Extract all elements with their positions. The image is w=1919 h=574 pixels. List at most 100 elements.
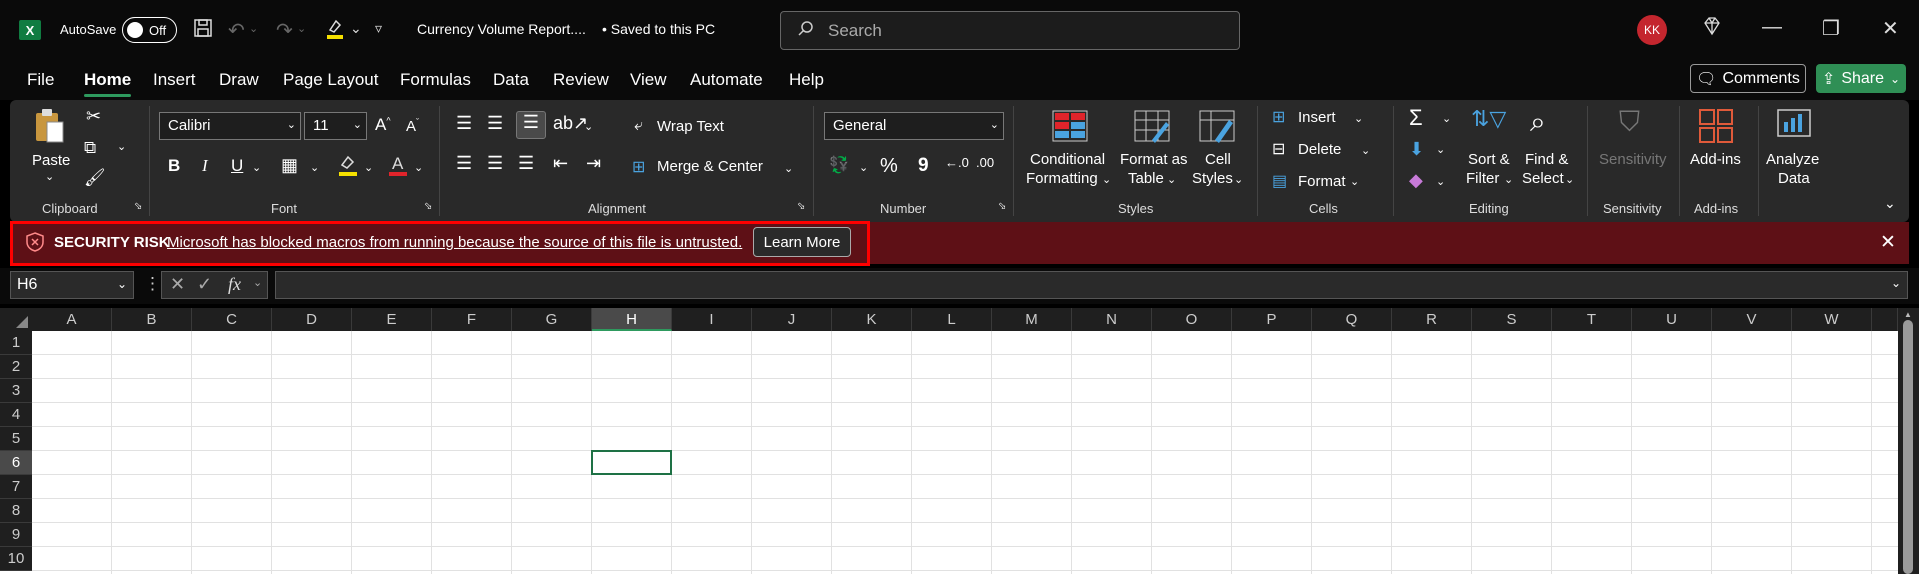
sort-filter-line2[interactable]: Filter xyxy=(1466,170,1499,187)
active-cell[interactable] xyxy=(591,450,672,475)
column-header[interactable]: U xyxy=(1632,308,1712,331)
select-all-corner[interactable] xyxy=(0,308,32,331)
font-name-select[interactable]: Calibri ⌄ xyxy=(159,112,301,140)
merge-dropdown-icon[interactable]: ⌄ xyxy=(784,162,793,175)
row-header[interactable]: 3 xyxy=(0,379,32,403)
close-window-icon[interactable]: ✕ xyxy=(1882,16,1899,41)
font-size-select[interactable]: 11 ⌄ xyxy=(304,112,367,140)
sort-filter-line1[interactable]: Sort & xyxy=(1468,151,1510,168)
conditional-formatting-line2[interactable]: Formatting xyxy=(1026,170,1098,187)
clear-dropdown-icon[interactable]: ⌄ xyxy=(1436,175,1445,188)
avatar[interactable]: KK xyxy=(1637,15,1667,45)
format-table-dropdown-icon[interactable]: ⌄ xyxy=(1167,173,1176,186)
clipboard-launcher-icon[interactable]: ⬂ xyxy=(134,201,142,212)
more-options-icon[interactable]: ⋮ xyxy=(144,274,161,294)
row-header[interactable]: 1 xyxy=(0,331,32,355)
format-dropdown-icon[interactable]: ⌄ xyxy=(1350,175,1359,188)
column-header[interactable]: N xyxy=(1072,308,1152,331)
number-format-select[interactable]: General ⌄ xyxy=(824,112,1004,140)
align-left-icon[interactable]: ☰ xyxy=(456,153,472,174)
format-cells-icon[interactable]: ▤ xyxy=(1272,171,1287,191)
column-header[interactable]: P xyxy=(1232,308,1312,331)
tab-page-layout[interactable]: Page Layout xyxy=(283,70,378,90)
wrap-text-button[interactable]: Wrap Text xyxy=(657,118,724,135)
comma-style-button[interactable]: 9 xyxy=(918,155,929,177)
format-as-table-icon[interactable] xyxy=(1134,110,1170,146)
decrease-font-icon[interactable]: Aˇ xyxy=(406,117,419,135)
expand-formula-icon[interactable]: ⌄ xyxy=(1891,276,1901,290)
collapse-ribbon-icon[interactable]: ⌄ xyxy=(1884,195,1896,212)
font-color-icon[interactable]: A xyxy=(387,153,409,181)
cell-styles-line2[interactable]: Styles xyxy=(1192,170,1233,187)
align-right-icon[interactable]: ☰ xyxy=(518,153,534,174)
column-header[interactable]: F xyxy=(432,308,512,331)
find-select-icon[interactable]: ⌕ xyxy=(1530,106,1546,139)
copy-dropdown-icon[interactable]: ⌄ xyxy=(117,140,126,153)
vertical-scrollbar[interactable]: ▲ xyxy=(1898,308,1919,574)
merge-center-button[interactable]: Merge & Center xyxy=(657,158,763,175)
column-header[interactable]: M xyxy=(992,308,1072,331)
fill-color-dropdown-icon[interactable]: ⌄ xyxy=(364,161,373,174)
row-header[interactable]: 6 xyxy=(0,451,32,475)
row-header[interactable]: 9 xyxy=(0,523,32,547)
redo-dropdown-icon[interactable]: ⌄ xyxy=(297,22,306,35)
column-header[interactable]: S xyxy=(1472,308,1552,331)
fill-color-icon[interactable] xyxy=(337,153,359,181)
row-header[interactable]: 4 xyxy=(0,403,32,427)
tab-automate[interactable]: Automate xyxy=(690,70,763,90)
scroll-thumb[interactable] xyxy=(1903,320,1913,574)
find-select-line1[interactable]: Find & xyxy=(1525,151,1568,168)
tab-review[interactable]: Review xyxy=(553,70,609,90)
insert-function-icon[interactable]: fx xyxy=(228,274,241,295)
tab-help[interactable]: Help xyxy=(789,70,824,90)
row-header[interactable]: 8 xyxy=(0,499,32,523)
conditional-formatting-icon[interactable] xyxy=(1052,110,1088,146)
merge-center-icon[interactable]: ⊞ xyxy=(632,157,645,177)
underline-button[interactable]: U xyxy=(231,156,243,176)
decrease-decimal-icon[interactable]: .00 xyxy=(976,155,994,170)
add-ins-button[interactable]: Add-ins xyxy=(1690,151,1741,168)
find-dropdown-icon[interactable]: ⌄ xyxy=(1565,173,1574,186)
search-box[interactable]: Search xyxy=(780,11,1240,50)
tab-file[interactable]: File xyxy=(27,70,54,90)
cancel-entry-icon[interactable]: ✕ xyxy=(170,274,185,295)
analyze-data-icon[interactable] xyxy=(1776,108,1812,144)
delete-cells-icon[interactable]: ⊟ xyxy=(1272,139,1285,159)
wrap-text-icon[interactable]: ⤶ xyxy=(634,117,643,135)
column-header[interactable]: I xyxy=(672,308,752,331)
column-header[interactable]: H xyxy=(592,308,672,331)
copy-icon[interactable]: ⧉ xyxy=(84,138,96,158)
restore-icon[interactable]: ❐ xyxy=(1822,16,1840,41)
add-ins-icon[interactable] xyxy=(1698,108,1734,144)
number-launcher-icon[interactable]: ⬂ xyxy=(998,201,1006,212)
cell-styles-line1[interactable]: Cell xyxy=(1205,151,1231,168)
font-launcher-icon[interactable]: ⬂ xyxy=(424,201,432,212)
decrease-indent-icon[interactable]: ⇤ xyxy=(553,153,568,174)
premium-diamond-icon[interactable] xyxy=(1702,16,1722,42)
confirm-entry-icon[interactable]: ✓ xyxy=(197,274,212,295)
tab-view[interactable]: View xyxy=(630,70,667,90)
insert-cells-button[interactable]: Insert xyxy=(1298,109,1336,126)
column-header[interactable]: O xyxy=(1152,308,1232,331)
column-header[interactable]: W xyxy=(1792,308,1872,331)
column-header[interactable]: Q xyxy=(1312,308,1392,331)
paste-button[interactable]: Paste xyxy=(32,152,70,169)
row-header[interactable]: 10 xyxy=(0,547,32,571)
insert-dropdown-icon[interactable]: ⌄ xyxy=(1354,112,1363,125)
italic-button[interactable]: I xyxy=(202,156,208,176)
column-header[interactable]: V xyxy=(1712,308,1792,331)
conditional-dropdown-icon[interactable]: ⌄ xyxy=(1102,173,1111,186)
column-header[interactable]: G xyxy=(512,308,592,331)
tab-draw[interactable]: Draw xyxy=(219,70,259,90)
accounting-dropdown-icon[interactable]: ⌄ xyxy=(859,161,868,174)
column-header[interactable]: L xyxy=(912,308,992,331)
paste-icon[interactable] xyxy=(32,107,68,143)
scroll-up-icon[interactable]: ▲ xyxy=(1904,310,1912,319)
increase-indent-icon[interactable]: ⇥ xyxy=(586,153,601,174)
redo-icon[interactable]: ↷ xyxy=(276,18,293,43)
clear-icon[interactable]: ◆ xyxy=(1409,170,1423,191)
format-painter-icon[interactable]: 🖌 xyxy=(84,168,106,188)
analyze-data-line1[interactable]: Analyze xyxy=(1766,151,1819,168)
align-top-icon[interactable]: ☰ xyxy=(456,113,472,134)
column-header[interactable]: A xyxy=(32,308,112,331)
